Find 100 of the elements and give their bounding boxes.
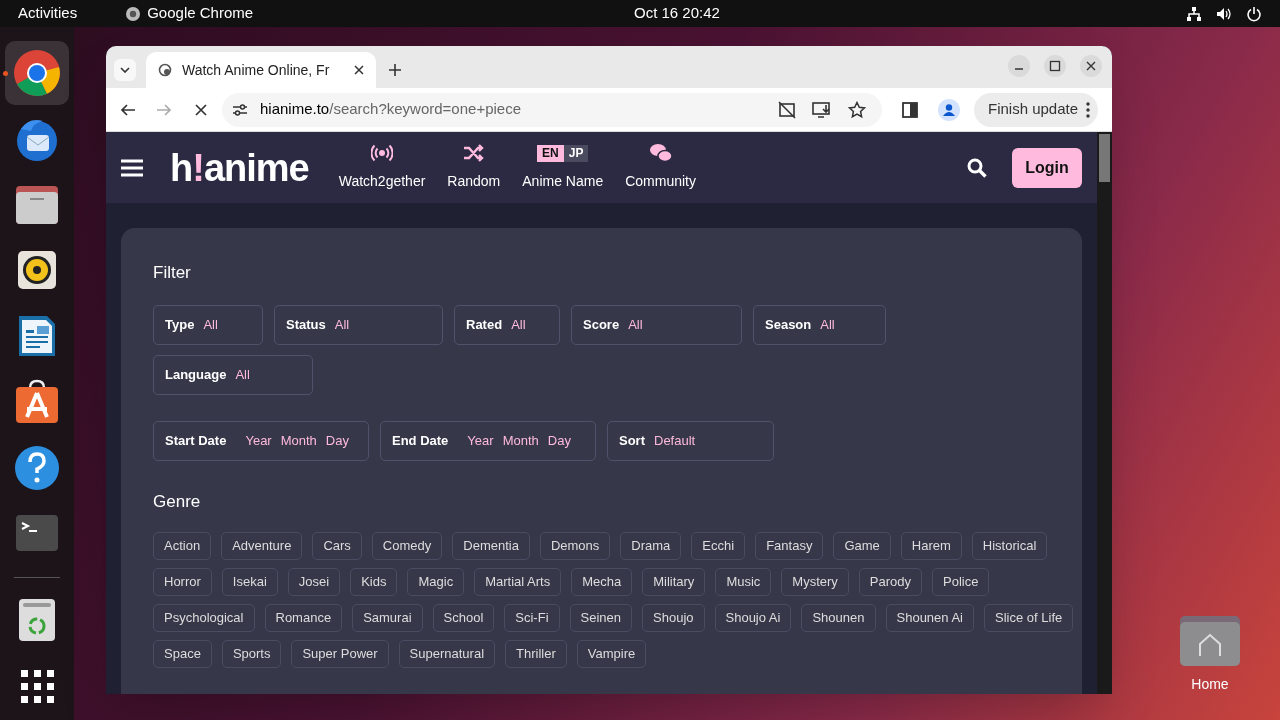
genre-tag[interactable]: Harem [900, 532, 962, 560]
menu-icon[interactable] [121, 158, 143, 177]
genre-tag[interactable]: Music [715, 568, 772, 596]
genre-tag[interactable]: Josei [287, 568, 341, 596]
shuffle-icon [462, 144, 485, 162]
genre-tag[interactable]: Shoujo Ai [714, 604, 792, 632]
language-toggle[interactable]: JP [563, 144, 589, 162]
genre-tag[interactable]: Horror [153, 568, 212, 596]
help-icon[interactable] [13, 443, 61, 492]
genre-tag[interactable]: Ecchi [691, 532, 746, 560]
network-icon[interactable] [1186, 5, 1202, 22]
app-menu[interactable]: Google Chrome [147, 2, 254, 25]
genre-tag[interactable]: Historical [971, 532, 1048, 560]
genre-tag[interactable]: Sports [221, 640, 282, 668]
close-icon[interactable] [1080, 55, 1102, 77]
genre-tag[interactable]: Samurai [352, 604, 423, 632]
filter-dropdown[interactable]: Season All [753, 304, 886, 345]
genre-tag[interactable]: Military [642, 568, 706, 596]
genre-tag[interactable]: Cars [312, 532, 362, 560]
genre-tag[interactable]: Supernatural [398, 640, 496, 668]
genre-tag[interactable]: Martial Arts [474, 568, 562, 596]
nav-link[interactable]: Community [624, 143, 697, 192]
genre-tag[interactable]: Romance [264, 604, 343, 632]
genre-tag[interactable]: Adventure [221, 532, 303, 560]
genre-tag[interactable]: Psychological [153, 604, 255, 632]
genre-tag[interactable]: Game [833, 532, 891, 560]
login-button[interactable]: Login [1012, 147, 1082, 188]
section-title: Genre [153, 490, 202, 513]
nav-link[interactable]: EN JP Anime Name [521, 143, 605, 192]
chat-bubbles-icon [648, 143, 673, 163]
filter-dropdown[interactable]: Rated All [454, 304, 560, 345]
genre-tag[interactable]: Vampire [576, 640, 647, 668]
globe-icon [158, 63, 172, 77]
filter-dropdown[interactable]: Score All [571, 304, 742, 345]
genre-tag[interactable]: Demons [539, 532, 611, 560]
running-indicator [3, 71, 8, 76]
minimize-icon[interactable] [1008, 55, 1030, 77]
profile-icon[interactable] [938, 98, 960, 121]
nav-link[interactable]: Random [446, 143, 502, 192]
desktop-icon-label[interactable]: Home [1191, 674, 1229, 695]
genre-tag[interactable]: Thriller [505, 640, 567, 668]
clock[interactable]: Oct 16 20:42 [634, 2, 720, 25]
no-cast-icon[interactable] [778, 100, 796, 119]
install-app-icon[interactable] [812, 100, 832, 119]
genre-tag[interactable]: Slice of Life [984, 604, 1074, 632]
genre-tag[interactable]: Sci-Fi [504, 604, 560, 632]
address-bar[interactable]: hianime.to/search?keyword=one+piece [222, 92, 882, 127]
power-icon[interactable] [1246, 5, 1262, 22]
genre-tag[interactable]: Action [153, 532, 212, 560]
scrollbar[interactable] [1097, 132, 1112, 694]
genre-tag[interactable]: Shounen [801, 604, 876, 632]
chrome-icon [125, 5, 142, 22]
chevron-down-icon [120, 67, 130, 73]
url-text: hianime.to/search?keyword=one+piece [260, 99, 521, 120]
date-picker[interactable]: Start Date Year Month Day [153, 420, 369, 461]
sort-dropdown[interactable]: Sort Default [607, 420, 774, 461]
language-toggle[interactable]: EN [537, 144, 564, 162]
tab-list-button[interactable] [114, 59, 136, 81]
genre-tag[interactable]: Mecha [571, 568, 633, 596]
genre-tag[interactable]: Super Power [291, 640, 389, 668]
side-panel-icon[interactable] [902, 101, 918, 118]
finish-update-button[interactable]: Finish update [974, 92, 1099, 127]
genre-tag[interactable]: Comedy [371, 532, 443, 560]
maximize-icon[interactable] [1044, 55, 1066, 77]
search-icon[interactable] [967, 157, 987, 178]
site-logo[interactable]: h!anime [170, 148, 309, 187]
genre-tag[interactable]: Shoujo [642, 604, 705, 632]
filter-dropdown[interactable]: Type All [153, 304, 263, 345]
site-settings-icon [232, 102, 248, 117]
genre-tag[interactable]: School [432, 604, 495, 632]
genre-tag[interactable]: Parody [858, 568, 923, 596]
activities-button[interactable]: Activities [18, 2, 78, 25]
filter-dropdown[interactable]: Status All [274, 304, 443, 345]
genre-tag[interactable]: Mystery [781, 568, 849, 596]
genre-tag[interactable]: Isekai [221, 568, 278, 596]
tab-title: Watch Anime Online, Fr [182, 60, 331, 80]
browser-tab[interactable]: Watch Anime Online, Fr [146, 52, 376, 88]
genre-tag[interactable]: Police [932, 568, 990, 596]
dock-item[interactable] [5, 41, 69, 105]
genre-tag[interactable]: Seinen [569, 604, 632, 632]
filter-dropdown[interactable]: Language All [153, 354, 313, 395]
broadcast-icon [371, 144, 393, 162]
chrome-icon[interactable] [13, 48, 61, 97]
date-picker[interactable]: End Date Year Month Day [380, 420, 596, 461]
nav-link[interactable]: Watch2gether [337, 143, 427, 192]
section-title: Filter [153, 262, 192, 284]
genre-tag[interactable]: Fantasy [755, 532, 824, 560]
genre-tag[interactable]: Drama [620, 532, 682, 560]
close-icon[interactable] [354, 65, 364, 75]
back-arrow-icon[interactable] [120, 101, 136, 118]
stop-icon[interactable] [194, 102, 208, 117]
plus-icon[interactable] [388, 63, 402, 77]
shopping-bag-icon[interactable] [13, 377, 61, 426]
genre-tag[interactable]: Kids [350, 568, 398, 596]
genre-tag[interactable]: Space [153, 640, 212, 668]
star-icon[interactable] [848, 100, 866, 119]
more-icon[interactable] [1086, 101, 1091, 118]
genre-tag[interactable]: Shounen Ai [885, 604, 974, 632]
genre-tag[interactable]: Dementia [452, 532, 530, 560]
genre-tag[interactable]: Magic [407, 568, 465, 596]
